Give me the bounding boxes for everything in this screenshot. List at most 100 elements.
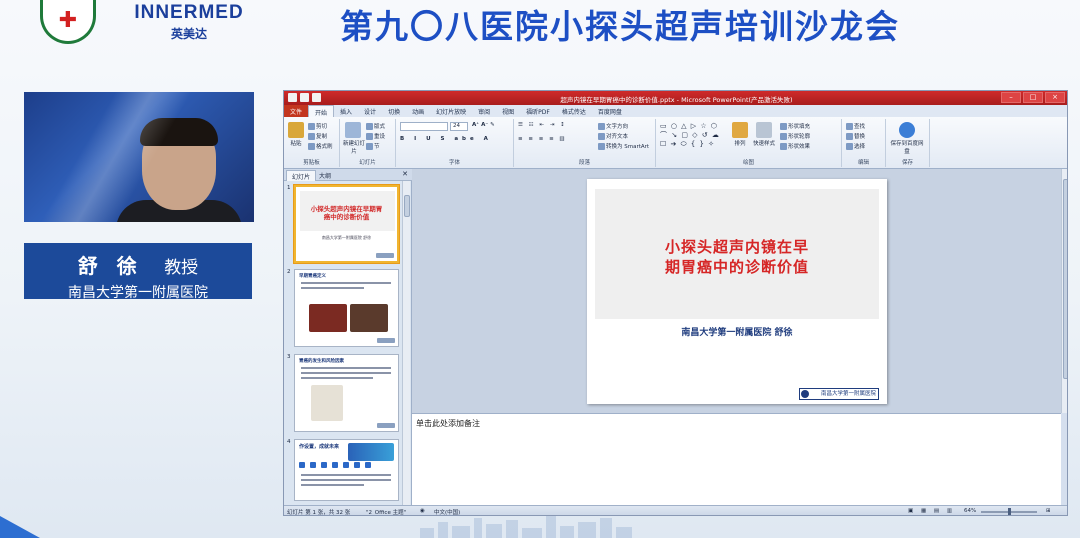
tab-design[interactable]: 设计 <box>358 105 382 117</box>
layout-button[interactable]: 版式 <box>366 122 385 130</box>
arrange-button[interactable]: 排列 <box>730 122 750 147</box>
new-slide-button[interactable]: 新建幻灯片 <box>343 122 365 155</box>
tab-review[interactable]: 审阅 <box>472 105 496 117</box>
fit-window-icon[interactable]: ⊞ <box>1046 508 1051 514</box>
text-direction-icon <box>598 123 605 130</box>
align-buttons[interactable]: ≡ ≡ ≡ ≡ ▥ <box>518 136 567 142</box>
hospital-seal-logo: ✚ <box>40 0 96 44</box>
decorative-corner <box>0 516 40 538</box>
shape-fill-button[interactable]: 形状填充 <box>780 122 810 130</box>
close-button[interactable]: × <box>1045 92 1065 103</box>
logo-mini <box>376 253 394 258</box>
smartart-icon <box>598 143 605 150</box>
status-bar: 幻灯片 第 1 张，共 32 张 "2_Office 主题" ◉ 中文(中国) … <box>284 505 1067 516</box>
view-buttons[interactable]: ▣ ▦ ▤ ▥ <box>908 508 955 514</box>
slide-title[interactable]: 小探头超声内镜在早 期胃癌中的诊断价值 <box>595 237 879 277</box>
language-status: 中文(中国) <box>434 510 461 516</box>
shapes-gallery[interactable]: ▭ ○ △ ▷ ☆ ⬡ ⌒ ↘ ▢ ◇ ↺ ☁ ☐ ➔ ⬭ { } ✧ <box>660 122 720 149</box>
scissors-icon <box>308 123 315 130</box>
slide-thumbnail-2[interactable]: 早期胃癌定义 <box>294 269 399 347</box>
list-buttons[interactable]: ☰ ☷ ⇤ ⇥ ↕ <box>518 122 567 128</box>
tab-baidu-netdisk[interactable]: 百度网盘 <box>592 105 628 117</box>
zoom-slider-handle[interactable] <box>1008 508 1011 515</box>
endoscopy-image <box>350 304 388 332</box>
paragraph-group: ☰ ☷ ⇤ ⇥ ↕ ≡ ≡ ≡ ≡ ▥ 文字方向 对齐文本 转换为 SmartA… <box>514 119 656 167</box>
slide-thumbnail-4[interactable]: 作设置，成就未来 <box>294 439 399 501</box>
minimize-button[interactable]: – <box>1001 92 1021 103</box>
grow-font-button[interactable]: A⁺ A⁻ ✎ <box>472 122 495 128</box>
find-icon <box>846 123 853 130</box>
font-group-label: 字体 <box>448 160 460 166</box>
tab-slideshow[interactable]: 幻灯片放映 <box>430 105 472 117</box>
tab-animations[interactable]: 动画 <box>406 105 430 117</box>
zoom-level[interactable]: 64% <box>964 508 976 514</box>
slide-thumbnail-1[interactable]: 小探头超声内镜在早期胃癌中的诊断价值 南昌大学第一附属医院 舒徐 <box>294 185 399 263</box>
font-name-box[interactable] <box>400 122 448 131</box>
tab-view[interactable]: 视图 <box>496 105 520 117</box>
text-direction-button[interactable]: 文字方向 <box>598 122 628 130</box>
ribbon-home: 粘贴 剪切 复制 格式刷 剪贴板 新建幻灯片 版式 重设 节 幻灯片 24 A⁺… <box>284 117 1067 169</box>
save-to-baidu-button[interactable]: 保存到百度网盘 <box>890 122 924 155</box>
slide-thumbnail-panel: 幻灯片 大纲 ✕ 1 小探头超声内镜在早期胃癌中的诊断价值 南昌大学第一附属医院… <box>284 169 412 505</box>
tab-file[interactable]: 文件 <box>284 105 309 117</box>
align-text-icon <box>598 133 605 140</box>
section-button[interactable]: 节 <box>366 142 380 150</box>
tab-foxit-pdf[interactable]: 福昕PDF <box>520 105 556 117</box>
paste-icon <box>288 122 304 138</box>
paragraph-group-label: 段落 <box>578 160 590 166</box>
world-map-image <box>348 443 394 461</box>
align-text-button[interactable]: 对齐文本 <box>598 132 628 140</box>
tab-outline[interactable]: 大纲 <box>314 170 336 181</box>
editing-group-label: 编辑 <box>857 160 869 166</box>
replace-button[interactable]: 替换 <box>846 132 865 140</box>
slide-thumbnail-3[interactable]: 胃癌的发生和风险因素 <box>294 354 399 432</box>
shape-effects-button[interactable]: 形状效果 <box>780 142 810 150</box>
find-button[interactable]: 查找 <box>846 122 865 130</box>
quick-styles-button[interactable]: 快速样式 <box>752 122 776 147</box>
clipboard-group: 粘贴 剪切 复制 格式刷 剪贴板 <box>284 119 340 167</box>
arrange-icon <box>732 122 748 138</box>
spellcheck-icon[interactable]: ◉ <box>420 508 425 514</box>
font-style-buttons[interactable]: B I U S abe A <box>400 136 492 142</box>
cut-button[interactable]: 剪切 <box>308 122 327 130</box>
speaker-name: 舒 徐 <box>77 254 143 278</box>
save-group-label: 保存 <box>901 160 913 166</box>
section-icon <box>366 143 373 150</box>
smartart-button[interactable]: 转换为 SmartArt <box>598 142 649 150</box>
brand-logo: INNERMED 英美达 <box>124 2 254 42</box>
outline-icon <box>780 133 787 140</box>
seal-icon <box>801 390 809 398</box>
city-skyline-decoration <box>420 516 1080 538</box>
maximize-button[interactable]: □ <box>1023 92 1043 103</box>
paste-button[interactable]: 粘贴 <box>287 122 305 147</box>
copy-button[interactable]: 复制 <box>308 132 327 140</box>
replace-icon <box>846 133 853 140</box>
panel-tabs: 幻灯片 大纲 ✕ <box>284 169 412 181</box>
window-title: 超声内镜在早期胃癌中的诊断价值.pptx - Microsoft PowerPo… <box>560 96 793 104</box>
clipboard-group-label: 剪贴板 <box>303 160 320 166</box>
slide-scrollbar[interactable] <box>1061 169 1067 413</box>
shape-outline-button[interactable]: 形状轮廓 <box>780 132 810 140</box>
thumbnail-scrollbar[interactable] <box>402 181 410 505</box>
speaker-affiliation: 南昌大学第一附属医院 <box>68 285 208 301</box>
tab-insert[interactable]: 插入 <box>334 105 358 117</box>
quick-styles-icon <box>756 122 772 138</box>
tab-home[interactable]: 开始 <box>308 105 335 117</box>
slides-group: 新建幻灯片 版式 重设 节 幻灯片 <box>340 119 396 167</box>
current-slide[interactable]: 小探头超声内镜在早 期胃癌中的诊断价值 南昌大学第一附属医院 舒徐 南昌大学第一… <box>587 179 887 404</box>
tab-format[interactable]: 格式传达 <box>556 105 592 117</box>
format-painter-button[interactable]: 格式刷 <box>308 142 333 150</box>
layout-icon <box>366 123 373 130</box>
font-size-box[interactable]: 24 <box>450 122 468 131</box>
header-banner: ✚ INNERMED 英美达 第九〇八医院小探头超声培训沙龙会 <box>0 0 1080 60</box>
font-group: 24 A⁺ A⁻ ✎ B I U S abe A 字体 <box>396 119 514 167</box>
notes-pane[interactable]: 单击此处添加备注 <box>412 413 1061 505</box>
tab-transitions[interactable]: 切换 <box>382 105 406 117</box>
tab-slides[interactable]: 幻灯片 <box>286 170 317 181</box>
reset-button[interactable]: 重设 <box>366 132 385 140</box>
theme-name: "2_Office 主题" <box>366 510 407 516</box>
slide-subtitle[interactable]: 南昌大学第一附属医院 舒徐 <box>587 325 887 338</box>
close-icon[interactable]: ✕ <box>402 170 408 178</box>
select-button[interactable]: 选择 <box>846 142 865 150</box>
speaker-card: 舒 徐 教授 南昌大学第一附属医院 <box>24 243 252 301</box>
